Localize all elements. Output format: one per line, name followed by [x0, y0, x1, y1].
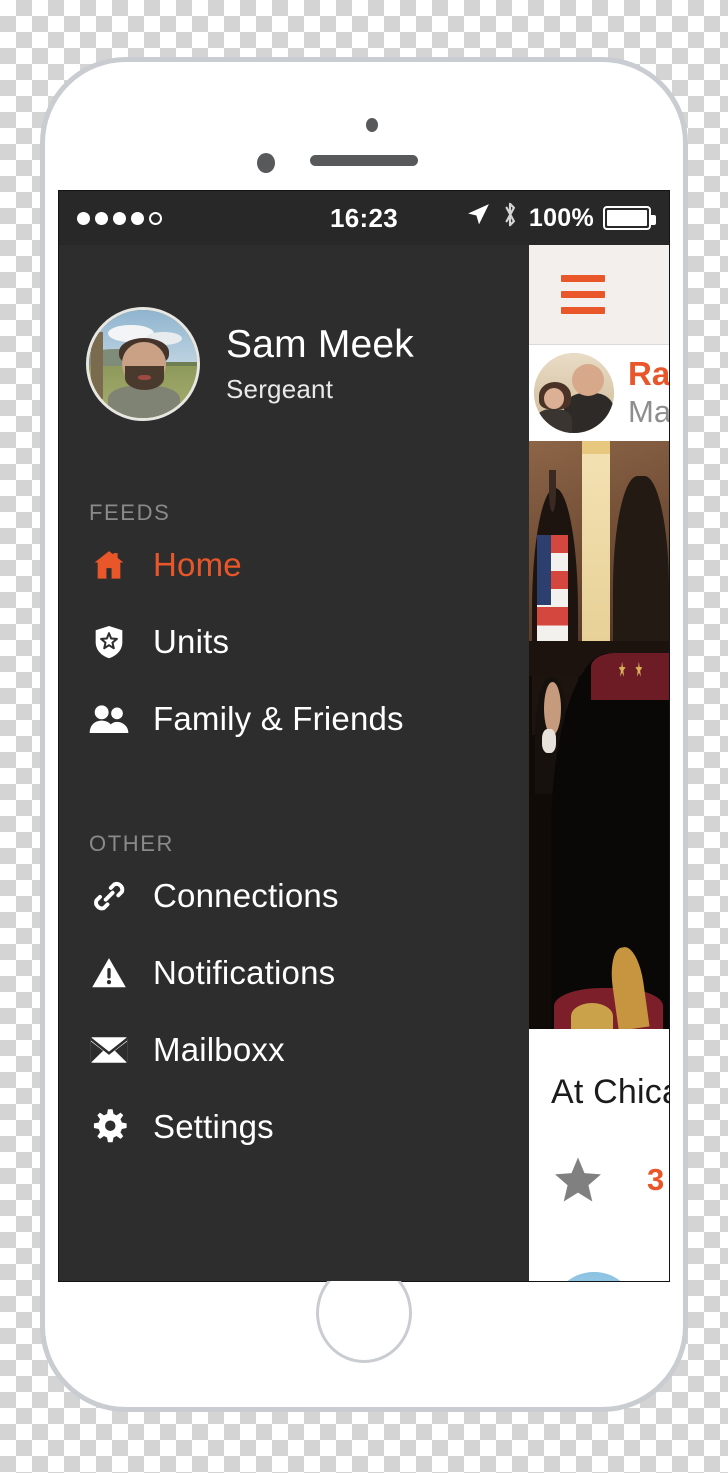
post-caption-text: At Chicag	[551, 1073, 669, 1111]
signal-dot	[77, 211, 90, 225]
sidebar-item-label: Mailboxx	[153, 1030, 285, 1068]
shield-star-icon	[89, 622, 129, 662]
phone-device-frame: 16:23 100% Ra M At Chic 3 Sam Meek Serge…	[40, 57, 688, 1412]
front-camera-icon	[257, 153, 275, 173]
sidebar-item-label: Connections	[153, 876, 339, 914]
navigation-drawer: Sam Meek Sergeant FEEDS Home Units Famil…	[59, 245, 529, 1281]
sidebar-item-mailboxx[interactable]: Mailboxx	[59, 1011, 529, 1088]
profile-rank: Sergeant	[226, 373, 334, 404]
post-subtitle: Mar	[628, 394, 669, 430]
envelope-icon	[89, 1030, 129, 1070]
proximity-sensor-icon	[366, 118, 378, 132]
sidebar-item-connections[interactable]: Connections	[59, 857, 529, 934]
sidebar-item-settings[interactable]: Settings	[59, 1088, 529, 1165]
post-actions-row: 3	[529, 1112, 669, 1206]
avatar[interactable]	[86, 307, 200, 421]
star-count-label: 3	[647, 1162, 665, 1197]
sidebar-item-label: Notifications	[153, 953, 336, 991]
sidebar-item-label: Units	[153, 622, 230, 660]
status-bar: 16:23 100%	[59, 191, 669, 245]
earpiece-speaker	[310, 155, 418, 166]
content-top-bar	[529, 245, 669, 345]
signal-dot	[113, 211, 126, 225]
signal-dot	[95, 211, 108, 225]
location-arrow-icon	[466, 202, 491, 234]
sidebar-item-home[interactable]: Home	[59, 526, 529, 603]
signal-dot-empty	[149, 211, 162, 225]
profile-text-group: Sam Meek Sergeant	[226, 323, 414, 405]
battery-full-icon	[603, 206, 656, 230]
section-header-other: OTHER	[89, 831, 174, 856]
link-icon	[89, 876, 129, 916]
status-bar-right-group: 100%	[466, 201, 656, 235]
warning-triangle-icon	[89, 953, 129, 993]
post-author-name[interactable]: Ray	[628, 355, 669, 394]
sidebar-item-label: Settings	[153, 1107, 274, 1145]
people-icon	[89, 699, 129, 739]
sidebar-item-label: Family & Friends	[153, 699, 404, 737]
feed-content-panel[interactable]: Ray Mar	[529, 245, 669, 1281]
sidebar-item-label: Home	[153, 545, 242, 583]
page-title: Sam Meek	[226, 323, 414, 367]
sidebar-item-notifications[interactable]: Notifications	[59, 934, 529, 1011]
home-icon	[89, 545, 129, 585]
feed-post-header: Ray Mar	[529, 345, 669, 441]
phone-screen: 16:23 100% Ra M At Chic 3 Sam Meek Serge…	[58, 190, 670, 1282]
post-photo[interactable]	[529, 441, 669, 1029]
star-icon[interactable]	[551, 1154, 605, 1206]
sidebar-item-family-friends[interactable]: Family & Friends	[59, 680, 529, 757]
screen-body: Ray Mar	[59, 245, 669, 1281]
sidebar-item-units[interactable]: Units	[59, 603, 529, 680]
section-header-feeds: FEEDS	[89, 500, 171, 525]
battery-percent-label: 100%	[528, 203, 594, 232]
signal-strength-indicator	[77, 211, 162, 225]
post-author-avatar[interactable]	[534, 353, 614, 433]
post-author-names: Ray Mar	[628, 355, 669, 431]
profile-header[interactable]: Sam Meek Sergeant	[59, 245, 529, 421]
gear-icon	[89, 1107, 129, 1147]
hamburger-menu-icon[interactable]	[561, 275, 605, 314]
signal-dot	[131, 211, 144, 225]
post-caption-card: At Chicag	[529, 1029, 669, 1112]
bluetooth-icon	[500, 201, 520, 235]
next-post-avatar[interactable]	[551, 1272, 637, 1281]
